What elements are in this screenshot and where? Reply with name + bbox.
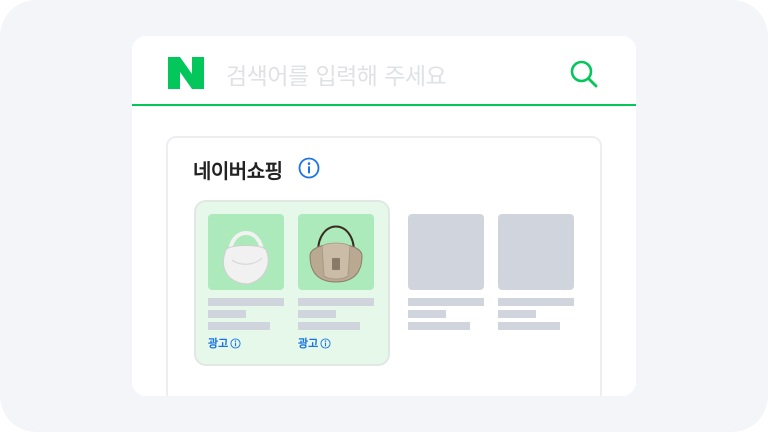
text-placeholder-line xyxy=(298,298,374,306)
ad-label-text: 광고 xyxy=(298,337,319,350)
text-placeholder-line xyxy=(408,322,470,330)
search-card: 검색어를 입력해 주세요 네이버쇼핑 광고 광고 xyxy=(132,36,636,396)
text-placeholder-line xyxy=(498,322,560,330)
text-placeholder-line xyxy=(408,310,446,318)
naver-shopping-panel: 네이버쇼핑 광고 광고 xyxy=(166,136,602,396)
beige-saddle-bag-image xyxy=(309,225,363,283)
info-icon xyxy=(320,337,331,349)
ad-label[interactable]: 광고 xyxy=(298,335,331,351)
product-thumbnail[interactable] xyxy=(298,214,374,290)
info-icon[interactable] xyxy=(298,157,320,179)
search-input[interactable]: 검색어를 입력해 주세요 xyxy=(226,57,447,91)
text-placeholder-line xyxy=(208,310,246,318)
text-placeholder-line xyxy=(208,322,270,330)
panel-title: 네이버쇼핑 xyxy=(193,159,283,183)
naver-logo[interactable] xyxy=(168,57,204,89)
text-placeholder-line xyxy=(298,310,336,318)
text-placeholder-line xyxy=(208,298,284,306)
search-icon[interactable] xyxy=(569,59,599,89)
info-icon xyxy=(230,337,241,349)
text-placeholder-line xyxy=(298,322,360,330)
text-placeholder-line xyxy=(408,298,484,306)
text-placeholder-line xyxy=(498,298,574,306)
ad-label-text: 광고 xyxy=(208,337,229,350)
ad-label[interactable]: 광고 xyxy=(208,335,241,351)
image-placeholder xyxy=(408,214,484,290)
white-hobo-bag-image xyxy=(223,231,269,285)
text-placeholder-line xyxy=(498,310,536,318)
search-bar[interactable]: 검색어를 입력해 주세요 xyxy=(132,36,636,106)
product-thumbnail[interactable] xyxy=(208,214,284,290)
image-placeholder xyxy=(498,214,574,290)
background-frame: 검색어를 입력해 주세요 네이버쇼핑 광고 광고 xyxy=(0,0,768,432)
